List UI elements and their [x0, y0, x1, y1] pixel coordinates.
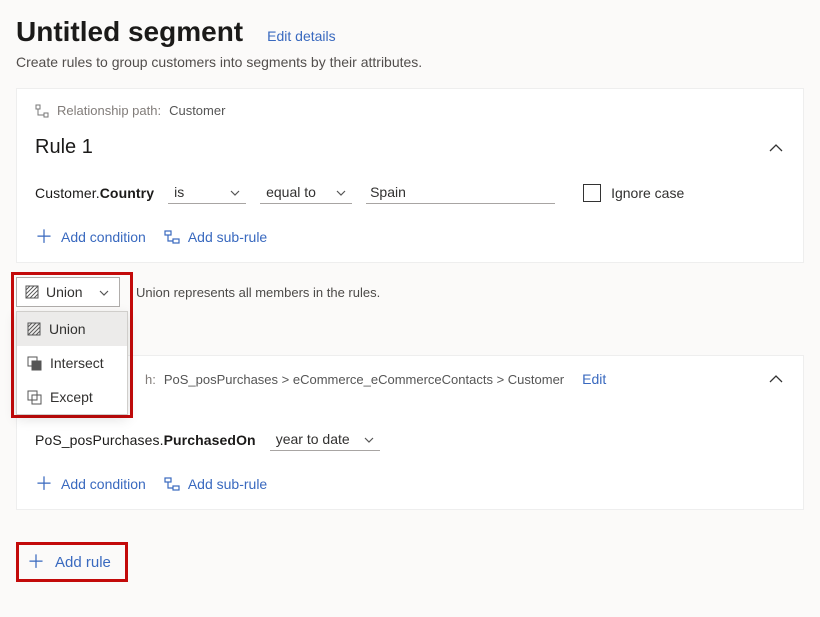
plus-icon: ＋	[35, 475, 53, 493]
add-rule-button[interactable]: ＋ Add rule	[21, 547, 123, 577]
add-subrule-label: Add sub-rule	[188, 229, 267, 245]
edit-path-link[interactable]: Edit	[582, 371, 606, 387]
operator-1-label: is	[174, 184, 184, 200]
page-subtitle: Create rules to group customers into seg…	[16, 54, 804, 70]
except-icon	[27, 390, 42, 405]
chevron-down-icon	[334, 185, 348, 199]
relationship-path-label: Relationship path:	[57, 103, 161, 118]
chevron-down-icon	[97, 285, 111, 299]
plus-icon: ＋	[35, 228, 53, 246]
add-subrule-label: Add sub-rule	[188, 476, 267, 492]
operator-1-select[interactable]: is	[168, 181, 246, 204]
combinator-selected-label: Union	[46, 284, 83, 300]
dropdown-option-intersect[interactable]: Intersect	[17, 346, 127, 380]
option-label: Intersect	[50, 355, 104, 371]
highlight-annotation: ＋ Add rule	[16, 542, 128, 582]
rule-1-title: Rule 1	[35, 136, 93, 159]
add-condition-label: Add condition	[61, 229, 146, 245]
operator-2-select[interactable]: equal to	[260, 181, 352, 204]
rule-card-2: h: PoS_posPurchases > eCommerce_eCommerc…	[16, 355, 804, 510]
chevron-down-icon	[362, 432, 376, 446]
combinator-dropdown: Union Intersect Except	[16, 311, 128, 415]
ignore-case-checkbox[interactable]	[583, 184, 601, 202]
relationship-path-icon	[35, 104, 49, 118]
plus-icon: ＋	[27, 553, 45, 571]
condition-attribute[interactable]: Customer.Country	[35, 185, 154, 201]
edit-details-link[interactable]: Edit details	[267, 28, 335, 44]
collapse-icon[interactable]	[767, 139, 785, 157]
intersect-icon	[27, 356, 42, 371]
add-subrule-button[interactable]: Add sub-rule	[164, 476, 267, 492]
add-condition-label: Add condition	[61, 476, 146, 492]
union-icon	[27, 322, 41, 336]
condition-attribute[interactable]: PoS_posPurchases.PurchasedOn	[35, 432, 256, 448]
operator-2-label: equal to	[266, 184, 316, 200]
entity-name: PoS_posPurchases	[35, 432, 160, 448]
option-label: Except	[50, 389, 93, 405]
relationship-path-value: Customer	[169, 103, 225, 118]
subrule-icon	[164, 230, 180, 244]
add-subrule-button[interactable]: Add sub-rule	[164, 229, 267, 245]
subrule-icon	[164, 477, 180, 491]
collapse-icon[interactable]	[767, 370, 785, 388]
relationship-path-value: PoS_posPurchases > eCommerce_eCommerceCo…	[164, 372, 564, 387]
page-title: Untitled segment	[16, 16, 243, 48]
rule-card-1: Relationship path: Customer Rule 1 Custo…	[16, 88, 804, 263]
relationship-path-prefix: h:	[145, 372, 156, 387]
dropdown-option-except[interactable]: Except	[17, 380, 127, 414]
add-condition-button[interactable]: ＋ Add condition	[35, 475, 146, 493]
chevron-down-icon	[228, 185, 242, 199]
operator-label: year to date	[276, 431, 350, 447]
union-icon	[25, 285, 39, 299]
combinator-description: Union represents all members in the rule…	[136, 285, 380, 300]
option-label: Union	[49, 321, 86, 337]
condition-value-input[interactable]	[366, 181, 555, 204]
ignore-case-label: Ignore case	[611, 185, 684, 201]
add-rule-label: Add rule	[55, 554, 111, 571]
combinator-select[interactable]: Union	[16, 277, 120, 307]
add-condition-button[interactable]: ＋ Add condition	[35, 228, 146, 246]
dropdown-option-union[interactable]: Union	[17, 312, 127, 346]
entity-name: Customer	[35, 185, 96, 201]
field-name: Country	[100, 185, 154, 201]
operator-select[interactable]: year to date	[270, 428, 380, 451]
field-name: PurchasedOn	[164, 432, 256, 448]
